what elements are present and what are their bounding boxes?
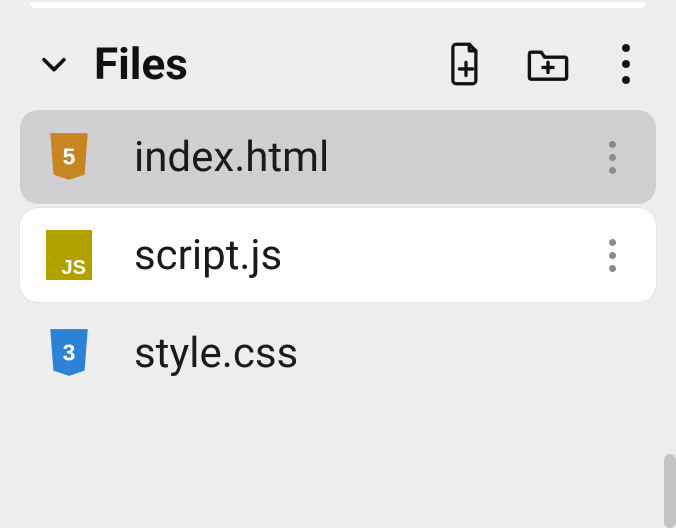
css3-icon: 3 [46, 328, 92, 378]
file-name: script.js [134, 231, 552, 280]
svg-text:5: 5 [63, 143, 76, 169]
files-header: Files [20, 38, 656, 106]
js-icon: JS [46, 230, 92, 280]
file-row[interactable]: 3 style.css [20, 306, 656, 400]
more-menu-button[interactable] [608, 44, 644, 84]
new-folder-button[interactable] [526, 42, 570, 86]
file-row[interactable]: 5 index.html [20, 110, 656, 204]
file-row[interactable]: JS script.js [20, 208, 656, 302]
vertical-scrollbar[interactable] [664, 454, 676, 528]
chevron-down-icon[interactable] [32, 42, 76, 86]
files-title: Files [94, 38, 426, 90]
files-panel: Files [0, 0, 676, 424]
file-name: index.html [134, 133, 552, 182]
file-more-button[interactable] [594, 239, 630, 272]
header-actions [444, 42, 644, 86]
html5-icon: 5 [46, 132, 92, 182]
file-more-button[interactable] [594, 141, 630, 174]
svg-text:JS: JS [62, 257, 86, 279]
svg-text:3: 3 [63, 339, 76, 365]
file-name: style.css [134, 329, 630, 378]
preview-pane-edge [30, 2, 646, 8]
new-file-button[interactable] [444, 42, 488, 86]
